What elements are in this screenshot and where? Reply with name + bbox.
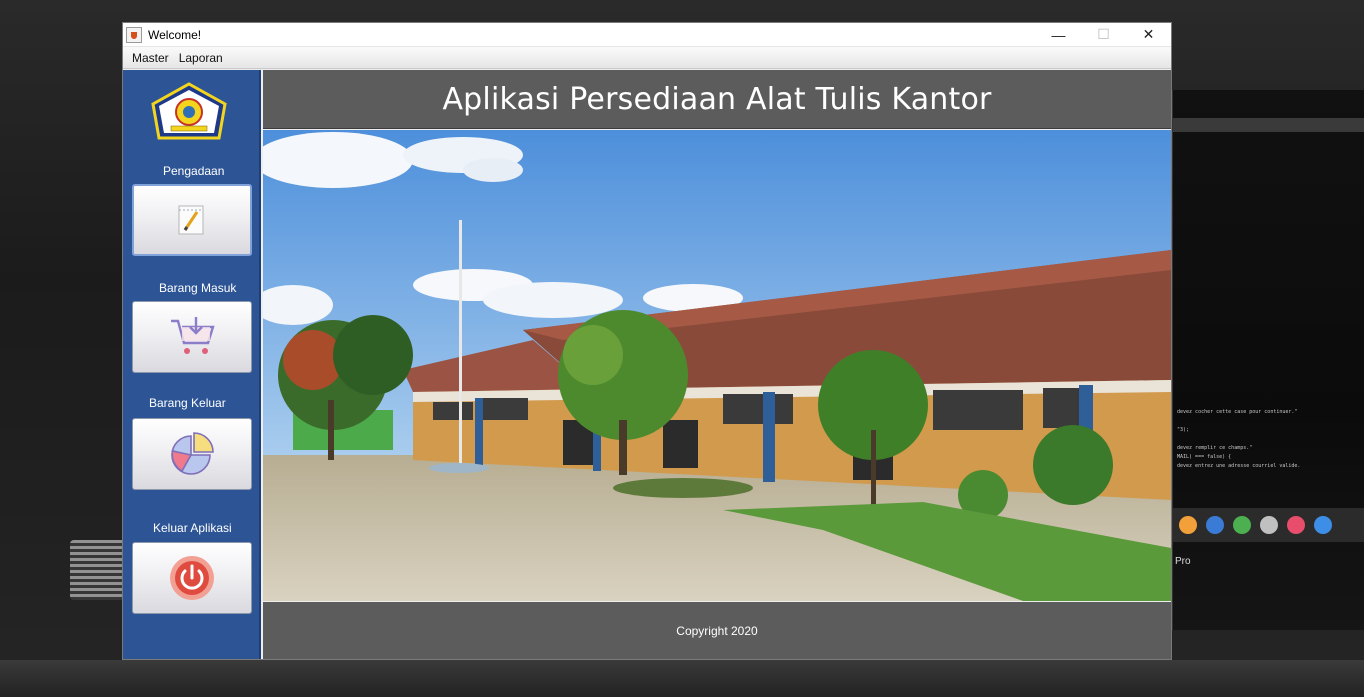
minimize-button[interactable]: —	[1036, 23, 1081, 47]
window-title: Welcome!	[148, 27, 202, 42]
copyright-text: Copyright 2020	[676, 623, 758, 638]
close-button[interactable]: ✕	[1126, 23, 1171, 47]
page-title: Aplikasi Persediaan Alat Tulis Kantor	[442, 81, 992, 117]
maximize-button[interactable]: ☐	[1081, 23, 1126, 47]
pengadaan-button[interactable]	[132, 184, 252, 256]
school-photo	[263, 130, 1171, 601]
power-icon	[170, 556, 214, 600]
barang-keluar-button[interactable]	[132, 418, 252, 490]
title-bar[interactable]: Welcome! — ☐ ✕	[123, 23, 1171, 47]
notepad-pencil-icon	[178, 205, 204, 235]
keluar-aplikasi-button[interactable]	[132, 542, 252, 614]
menu-laporan[interactable]: Laporan	[174, 51, 228, 65]
app-header: Aplikasi Persediaan Alat Tulis Kantor	[263, 70, 1171, 129]
school-logo-icon	[151, 82, 227, 140]
menu-master[interactable]: Master	[127, 51, 174, 65]
desktop-background-desk	[0, 660, 1364, 697]
sidebar: Pengadaan Barang Masuk Barang Keluar Kel…	[123, 70, 261, 659]
app-window: Welcome! — ☐ ✕ Master Laporan Pengadaan	[122, 22, 1172, 660]
main-content: Pengadaan Barang Masuk Barang Keluar Kel…	[123, 70, 1171, 659]
menu-bar: Master Laporan	[123, 47, 1171, 69]
java-app-icon	[126, 26, 142, 43]
desktop-background-laptop: devez cocher cette case pour continuer."…	[1172, 90, 1364, 630]
shopping-cart-icon	[171, 317, 215, 354]
window-controls: — ☐ ✕	[1036, 23, 1171, 47]
pie-chart-icon	[171, 432, 214, 475]
desktop-background-book	[70, 540, 125, 600]
app-footer: Copyright 2020	[263, 602, 1171, 659]
barang-masuk-button[interactable]	[132, 301, 252, 373]
school-building-image	[263, 130, 1171, 601]
